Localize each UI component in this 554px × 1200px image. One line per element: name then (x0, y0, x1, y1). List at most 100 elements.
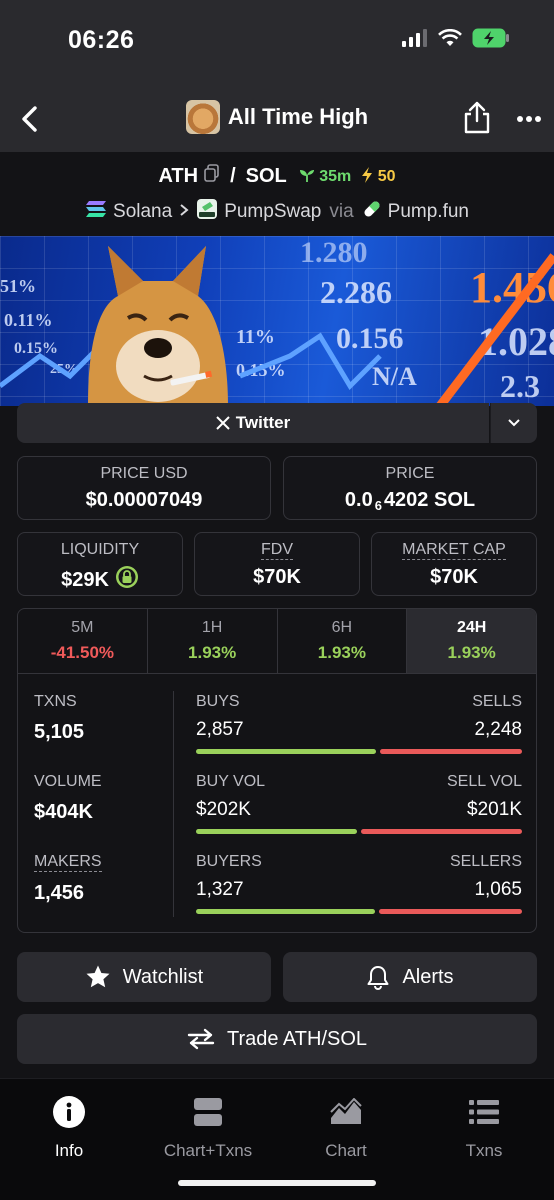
list-icon (469, 1100, 499, 1124)
pair-chain-row: Solana PumpSwap via Pump.fun (0, 198, 554, 226)
alerts-button[interactable]: Alerts (283, 952, 537, 1002)
liquidity-value-row: $29K (18, 565, 182, 595)
pair-separator: / (230, 164, 236, 187)
tab-label: 24H (456, 619, 487, 636)
buy-sell-volume-stat: BUY VOL SELL VOL $202K $201K (196, 773, 522, 834)
area-chart-icon (330, 1098, 362, 1124)
chevron-down-icon (508, 419, 520, 427)
price-native-label: PRICE (385, 465, 435, 482)
makers-label[interactable]: MAKERS (34, 853, 102, 872)
quote-symbol: SOL (245, 164, 287, 187)
lock-icon[interactable] (115, 565, 139, 595)
seedling-icon (299, 169, 314, 182)
price-usd-value: $0.00007049 (85, 489, 203, 511)
market-cap-value: $70K (430, 566, 478, 588)
split-view-icon (194, 1098, 222, 1126)
lightning-icon (362, 166, 373, 183)
boost-count: 50 (377, 167, 396, 185)
status-time: 06:26 (68, 26, 135, 54)
launchpad-name[interactable]: Pump.fun (388, 201, 469, 223)
buy-sell-volume-bar (196, 829, 522, 834)
tab-1h[interactable]: 1H 1.93% (148, 609, 278, 673)
tab-chart-label: Chart (325, 1141, 367, 1160)
price-native-box: PRICE 0.0 6 4202 SOL (283, 456, 537, 520)
boost-badge: 50 (361, 166, 396, 186)
cellular-signal-icon (402, 29, 428, 52)
makers-stat: MAKERS 1,456 (34, 853, 102, 905)
buys-sells-stat: BUYS SELLS 2,857 2,248 (196, 693, 522, 754)
pair-info: ATH / SOL 35m 50 Solana PumpSwap via Pum… (0, 152, 554, 236)
sell-vol-value: $201K (467, 799, 522, 820)
copy-icon[interactable] (204, 164, 220, 188)
tab-5m[interactable]: 5M -41.50% (18, 609, 148, 673)
tab-label: 6H (331, 619, 353, 636)
timeframe-tabs: 5M -41.50% 1H 1.93% 6H 1.93% 24H 1.93% (17, 608, 537, 674)
tab-6h[interactable]: 6H 1.93% (278, 609, 408, 673)
volume-value: $404K (34, 801, 93, 823)
more-options-button[interactable] (516, 102, 542, 130)
chevron-right-icon (178, 201, 190, 223)
status-bar: 06:26 (0, 0, 554, 86)
solana-icon (85, 200, 107, 224)
buys-bar-fill (196, 749, 377, 754)
doge-meme-icon (88, 246, 228, 406)
socials-dropdown-button[interactable] (490, 403, 537, 443)
token-banner-image: 1.280 2.286 0.156 N/A 1.456 1.028 2.3 51… (0, 236, 554, 406)
price-usd-label: PRICE USD (100, 465, 188, 482)
fdv-label[interactable]: FDV (261, 541, 293, 560)
txns-stat: TXNS 5,105 (34, 693, 84, 744)
star-icon (86, 965, 110, 988)
share-button[interactable] (462, 100, 492, 134)
ellipsis-icon (517, 116, 541, 122)
watchlist-label: Watchlist (122, 965, 204, 988)
tab-24h[interactable]: 24H 1.93% (407, 609, 536, 673)
buyers-label: BUYERS (196, 853, 262, 870)
market-cap-label[interactable]: MARKET CAP (402, 541, 506, 560)
fdv-value: $70K (253, 566, 301, 588)
x-logo-icon (216, 416, 230, 430)
wifi-icon (438, 28, 462, 52)
trade-button[interactable]: Trade ATH/SOL (17, 1014, 537, 1064)
chain-name[interactable]: Solana (113, 201, 172, 223)
txns-value: 5,105 (34, 721, 85, 743)
tab-change: -41.50% (50, 643, 115, 662)
sellers-value: 1,065 (474, 879, 522, 900)
sell-vol-bar-fill (361, 829, 522, 834)
buys-sells-bar (196, 749, 522, 754)
sells-bar-fill (380, 749, 522, 754)
battery-charging-icon (472, 28, 510, 53)
tab-change: 1.93% (188, 643, 237, 662)
home-indicator (178, 1180, 376, 1186)
share-icon (464, 101, 490, 134)
tab-chart-txns[interactable]: Chart+Txns (139, 1095, 277, 1161)
pair-title-row: ATH / SOL 35m 50 (0, 164, 554, 188)
price-native-digits: 4202 SOL (383, 489, 476, 511)
pumpswap-icon (196, 198, 218, 226)
buyers-sellers-bar (196, 909, 522, 914)
nav-header: All Time High (0, 86, 554, 152)
pair-age: 35m (299, 167, 351, 186)
tab-change: 1.93% (317, 643, 366, 662)
dex-name[interactable]: PumpSwap (224, 201, 321, 223)
fdv-box: FDV $70K (194, 532, 360, 596)
buys-value: 2,857 (196, 719, 244, 740)
tab-info[interactable]: Info (0, 1095, 138, 1161)
swap-arrows-icon (187, 1028, 215, 1050)
tab-txns-label: Txns (465, 1141, 503, 1160)
sells-value: 2,248 (474, 719, 522, 740)
sells-label: SELLS (472, 693, 522, 710)
makers-value: 1,456 (34, 882, 85, 904)
liquidity-value: $29K (61, 568, 109, 591)
tab-info-label: Info (54, 1141, 84, 1160)
tab-chart[interactable]: Chart (277, 1095, 415, 1161)
liquidity-label: LIQUIDITY (60, 541, 140, 558)
bell-icon (367, 966, 389, 990)
pumpfun-icon (362, 199, 382, 225)
price-usd-box: PRICE USD $0.00007049 (17, 456, 271, 520)
info-icon (53, 1096, 85, 1128)
sellers-label: SELLERS (449, 853, 522, 870)
twitter-link-button[interactable]: Twitter (17, 403, 489, 443)
watchlist-button[interactable]: Watchlist (17, 952, 271, 1002)
volume-stat: VOLUME $404K (34, 773, 102, 824)
tab-txns[interactable]: Txns (415, 1095, 553, 1161)
